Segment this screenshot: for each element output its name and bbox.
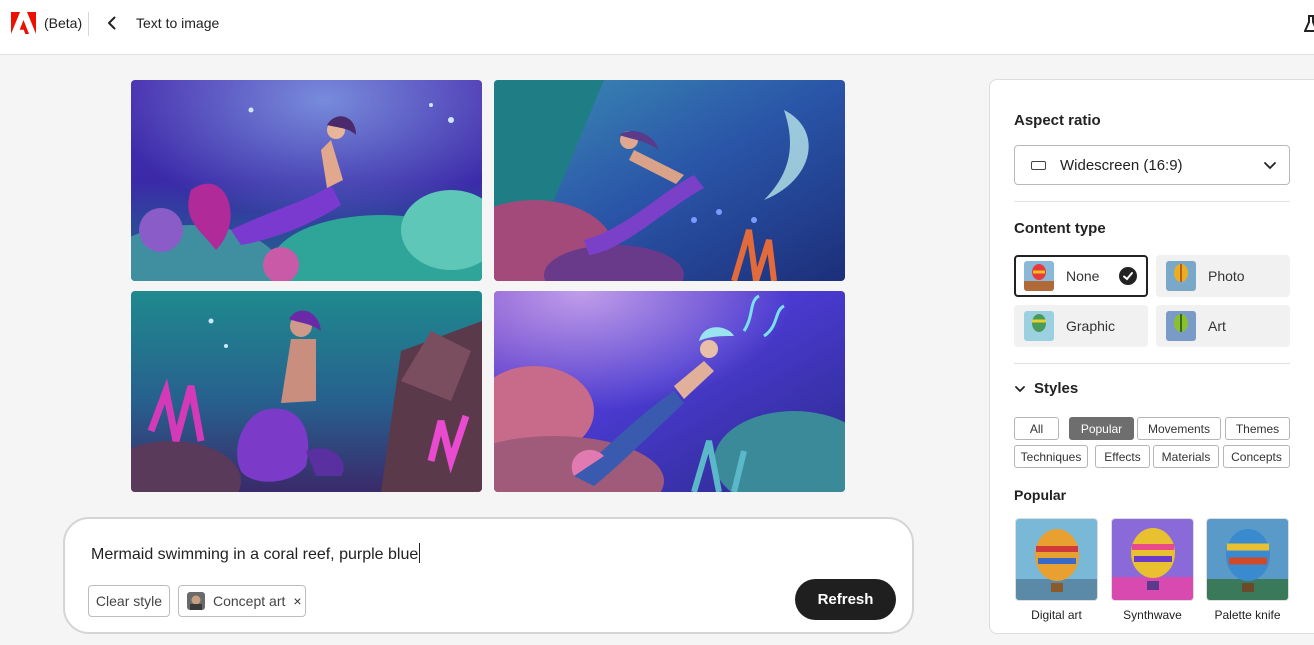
clear-style-button[interactable]: Clear style	[88, 585, 170, 617]
styles-title: Styles	[1034, 380, 1079, 397]
style-card-synthwave[interactable]: Synthwave	[1111, 518, 1194, 622]
adobe-logo-icon[interactable]	[11, 12, 36, 34]
graphic-thumbnail	[1024, 311, 1054, 341]
content-type-label: Photo	[1208, 268, 1245, 284]
chevron-down-icon	[1264, 162, 1276, 170]
content-type-label: Art	[1208, 318, 1226, 334]
art-thumbnail	[1166, 311, 1196, 341]
settings-panel: Aspect ratio Widescreen (16:9) Content t…	[989, 79, 1314, 634]
divider	[1014, 201, 1290, 202]
back-chevron-icon[interactable]	[102, 13, 122, 33]
content-type-title: Content type	[1014, 220, 1106, 237]
popular-title: Popular	[1014, 487, 1067, 503]
applied-style-chip[interactable]: Concept art ×	[178, 585, 306, 617]
content-type-graphic[interactable]: Graphic	[1014, 305, 1148, 347]
prompt-text: Mermaid swimming in a coral reef, purple…	[91, 546, 419, 563]
checkmark-icon	[1119, 267, 1137, 285]
style-tag-materials[interactable]: Materials	[1153, 445, 1219, 468]
style-label: Synthwave	[1123, 608, 1182, 622]
content-type-photo[interactable]: Photo	[1156, 255, 1290, 297]
style-tag-popular[interactable]: Popular	[1069, 417, 1134, 440]
style-tag-concepts[interactable]: Concepts	[1223, 445, 1290, 468]
header-divider	[88, 12, 89, 36]
content-type-label: Graphic	[1066, 318, 1116, 334]
prompt-input[interactable]: Mermaid swimming in a coral reef, purple…	[91, 543, 421, 564]
labs-flask-icon[interactable]	[1304, 14, 1314, 34]
style-tag-movements[interactable]: Movements	[1137, 417, 1221, 440]
digital-art-thumbnail	[1015, 518, 1098, 601]
style-card-digital-art[interactable]: Digital art	[1015, 518, 1098, 622]
content-type-label: None	[1066, 268, 1100, 284]
none-thumbnail	[1024, 261, 1054, 291]
widescreen-icon	[1031, 160, 1046, 170]
generated-image-3[interactable]	[131, 291, 482, 492]
style-tag-themes[interactable]: Themes	[1225, 417, 1290, 440]
style-label: Palette knife	[1214, 608, 1281, 622]
photo-thumbnail	[1166, 261, 1196, 291]
synthwave-thumbnail	[1111, 518, 1194, 601]
aspect-ratio-select[interactable]: Widescreen (16:9)	[1014, 145, 1290, 185]
app-header: (Beta) Text to image	[0, 0, 1314, 55]
clear-style-label: Clear style	[95, 593, 163, 609]
chevron-down-icon	[1015, 385, 1025, 392]
content-type-none[interactable]: None	[1014, 255, 1148, 297]
prompt-box: Mermaid swimming in a coral reef, purple…	[63, 517, 914, 634]
style-tag-effects[interactable]: Effects	[1095, 445, 1150, 468]
page-title: Text to image	[136, 15, 220, 31]
concept-art-thumbnail	[187, 592, 205, 610]
generated-image-1[interactable]	[131, 80, 482, 281]
refresh-label: Refresh	[817, 591, 874, 608]
generated-image-2[interactable]	[494, 80, 845, 281]
style-label: Digital art	[1031, 608, 1082, 622]
styles-section-toggle[interactable]: Styles	[1014, 380, 1078, 397]
palette-knife-thumbnail	[1206, 518, 1289, 601]
divider	[1014, 363, 1290, 364]
text-caret	[419, 543, 421, 563]
style-tag-techniques[interactable]: Techniques	[1014, 445, 1088, 468]
applied-style-label: Concept art	[213, 593, 286, 609]
aspect-ratio-title: Aspect ratio	[1014, 112, 1101, 129]
style-card-palette-knife[interactable]: Palette knife	[1206, 518, 1289, 622]
style-tag-all[interactable]: All	[1014, 417, 1059, 440]
refresh-button[interactable]: Refresh	[795, 579, 896, 620]
generated-image-4[interactable]	[494, 291, 845, 492]
content-type-art[interactable]: Art	[1156, 305, 1290, 347]
aspect-ratio-value: Widescreen (16:9)	[1060, 156, 1183, 174]
remove-style-icon[interactable]: ×	[293, 593, 301, 609]
beta-label: (Beta)	[44, 15, 83, 31]
